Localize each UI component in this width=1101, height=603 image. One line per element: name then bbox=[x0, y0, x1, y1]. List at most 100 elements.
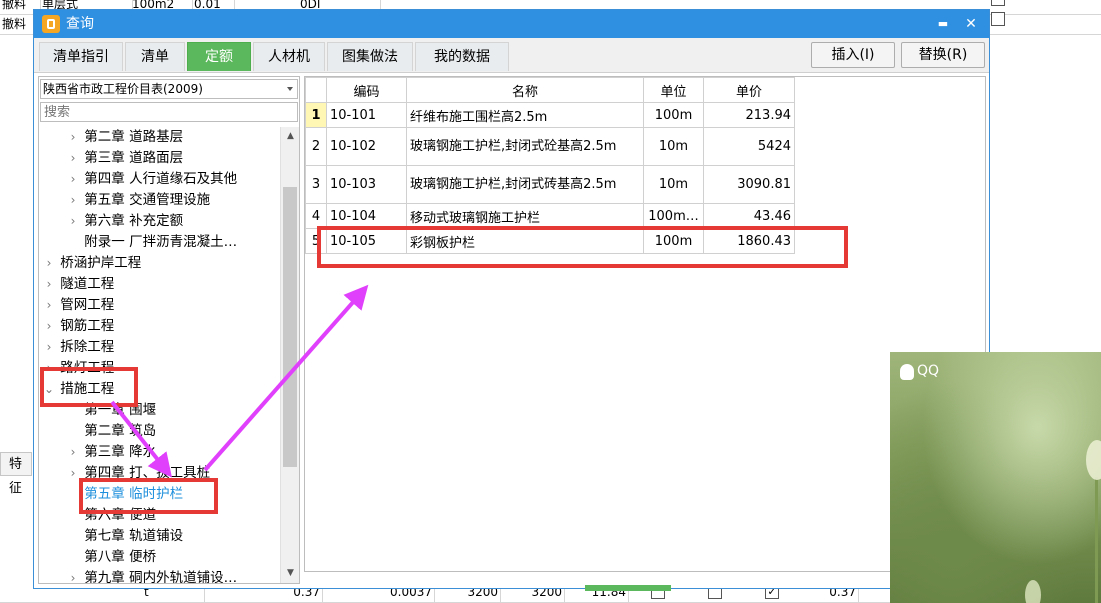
minimize-icon[interactable]: ▬ bbox=[928, 10, 958, 38]
cell-code[interactable]: 10-103 bbox=[326, 165, 407, 204]
chevron-right-icon[interactable]: › bbox=[66, 169, 80, 190]
tree-item-label: 拆除工程 bbox=[60, 339, 115, 355]
dialog-titlebar[interactable]: 查询 ▬ ✕ bbox=[34, 10, 989, 38]
cell-price[interactable]: 3090.81 bbox=[703, 165, 795, 204]
tab-my-data[interactable]: 我的数据 bbox=[415, 42, 509, 71]
scrollbar-thumb[interactable] bbox=[283, 187, 297, 467]
tree-item-label: 隧道工程 bbox=[60, 276, 115, 292]
tab-bar: 清单指引 清单 定额 人材机 图集做法 我的数据 插入(I) 替换(R) bbox=[34, 38, 989, 73]
tree-item-label: 第三章 降水 bbox=[84, 444, 157, 460]
tree-item-label: 第八章 便桥 bbox=[84, 549, 157, 565]
cell-price[interactable]: 5424 bbox=[703, 127, 795, 166]
cell-unit[interactable]: 100m bbox=[643, 102, 704, 128]
collapse-handle[interactable] bbox=[585, 579, 671, 591]
tree-item[interactable]: 第二章 筑岛 bbox=[66, 421, 156, 442]
cell-unit[interactable]: 10m bbox=[643, 165, 704, 204]
tree-item[interactable]: 第八章 便桥 bbox=[66, 547, 156, 568]
cell-code[interactable]: 10-102 bbox=[326, 127, 407, 166]
tree-item-label: 第六章 补充定额 bbox=[84, 213, 184, 229]
dialog-title: 查询 bbox=[66, 16, 94, 32]
scroll-down-icon[interactable]: ▼ bbox=[282, 565, 299, 582]
qq-popup[interactable]: QQ bbox=[890, 352, 1101, 603]
tab-atlas-method[interactable]: 图集做法 bbox=[327, 42, 413, 71]
tree-item[interactable]: › 拆除工程 bbox=[42, 337, 115, 358]
tree-scrollbar[interactable]: ▲ ▼ bbox=[280, 127, 299, 583]
cell-name[interactable]: 玻璃钢施工护栏,封闭式砼基高2.5m bbox=[406, 127, 644, 166]
tree-item[interactable]: › 第六章 补充定额 bbox=[66, 211, 184, 232]
cell-price[interactable]: 43.46 bbox=[703, 203, 795, 229]
column-header-price[interactable]: 单价 bbox=[703, 77, 795, 103]
tree-item-label: 第二章 筑岛 bbox=[84, 423, 157, 439]
tree-item[interactable]: 第七章 轨道铺设 bbox=[66, 526, 183, 547]
decorative-flower bbox=[1086, 440, 1101, 480]
search-input[interactable] bbox=[40, 102, 298, 122]
cell-name[interactable]: 纤维布施工围栏高2.5m bbox=[406, 102, 644, 128]
bg-cell: 撤料 bbox=[0, 14, 35, 34]
row-number: 4 bbox=[305, 203, 327, 229]
chevron-right-icon[interactable]: › bbox=[42, 295, 56, 316]
tab-bill-guide[interactable]: 清单指引 bbox=[39, 42, 123, 71]
tree-item[interactable]: › 第四章 人行道缘石及其他 bbox=[66, 169, 238, 190]
tab-bill[interactable]: 清单 bbox=[125, 42, 185, 71]
tab-labor-material[interactable]: 人材机 bbox=[253, 42, 325, 71]
insert-button[interactable]: 插入(I) bbox=[811, 42, 895, 68]
cell-unit[interactable]: 100m… bbox=[643, 203, 704, 229]
tree-item[interactable]: › 第三章 降水 bbox=[66, 442, 157, 463]
chevron-right-icon[interactable]: › bbox=[66, 190, 80, 211]
library-select[interactable]: 陕西省市政工程价目表(2009) bbox=[40, 79, 298, 99]
tree-item-label: 第九章 硐内外轨道铺设… bbox=[84, 570, 238, 583]
close-icon[interactable]: ✕ bbox=[956, 10, 986, 38]
table-row[interactable]: 2 10-102 玻璃钢施工护栏,封闭式砼基高2.5m 10m 5424 bbox=[305, 127, 795, 166]
chevron-right-icon[interactable]: › bbox=[66, 211, 80, 232]
cell-name[interactable]: 移动式玻璃钢施工护栏 bbox=[406, 203, 644, 229]
decorative-flower bbox=[1025, 580, 1041, 603]
quota-table-panel: 编码 名称 单位 单价 1 10-101 纤维布施工围栏高2.5m 100m 2… bbox=[304, 76, 986, 572]
chevron-right-icon[interactable]: › bbox=[42, 337, 56, 358]
library-select-value: 陕西省市政工程价目表(2009) bbox=[43, 82, 203, 96]
decorative-stem bbox=[1095, 477, 1098, 603]
highlight-box-category bbox=[40, 367, 138, 407]
chevron-down-icon bbox=[287, 87, 293, 91]
chevron-right-icon[interactable]: › bbox=[42, 253, 56, 274]
feature-tab[interactable]: 特征 bbox=[0, 452, 32, 496]
row-number: 1 bbox=[305, 102, 327, 128]
tree-item-label: 第二章 道路基层 bbox=[84, 129, 184, 145]
table-row[interactable]: 1 10-101 纤维布施工围栏高2.5m 100m 213.94 bbox=[305, 102, 795, 128]
table-row[interactable]: 4 10-104 移动式玻璃钢施工护栏 100m… 43.46 bbox=[305, 203, 795, 229]
tree-item[interactable]: › 隧道工程 bbox=[42, 274, 115, 295]
tree-item[interactable]: › 钢筋工程 bbox=[42, 316, 115, 337]
tree-item-label: 桥涵护岸工程 bbox=[60, 255, 142, 271]
column-header-unit[interactable]: 单位 bbox=[643, 77, 704, 103]
tree-item[interactable]: › 第五章 交通管理设施 bbox=[66, 190, 211, 211]
chevron-right-icon[interactable]: › bbox=[66, 148, 80, 169]
chevron-right-icon[interactable]: › bbox=[66, 127, 80, 148]
cell-code[interactable]: 10-101 bbox=[326, 102, 407, 128]
chevron-right-icon[interactable]: › bbox=[42, 316, 56, 337]
tree-item[interactable]: 附录一 厂拌沥青混凝土… bbox=[66, 232, 237, 253]
chevron-right-icon[interactable]: › bbox=[66, 568, 80, 583]
chevron-right-icon[interactable]: › bbox=[66, 463, 80, 484]
column-header-name[interactable]: 名称 bbox=[406, 77, 644, 103]
qq-logo-icon bbox=[900, 364, 914, 380]
scroll-up-icon[interactable]: ▲ bbox=[282, 128, 299, 145]
tab-quota[interactable]: 定额 bbox=[187, 42, 251, 71]
cell-code[interactable]: 10-104 bbox=[326, 203, 407, 229]
chevron-right-icon[interactable]: › bbox=[66, 442, 80, 463]
cell-unit[interactable]: 10m bbox=[643, 127, 704, 166]
tree-item[interactable]: › 管网工程 bbox=[42, 295, 115, 316]
bg-checkbox[interactable] bbox=[991, 12, 1005, 26]
tree-item[interactable]: › 桥涵护岸工程 bbox=[42, 253, 142, 274]
bg-checkbox[interactable] bbox=[991, 0, 1005, 6]
tree-item-label: 第五章 交通管理设施 bbox=[84, 192, 211, 208]
chevron-right-icon[interactable]: › bbox=[42, 274, 56, 295]
tree-item[interactable]: › 第三章 道路面层 bbox=[66, 148, 184, 169]
replace-button[interactable]: 替换(R) bbox=[901, 42, 985, 68]
column-header-code[interactable]: 编码 bbox=[326, 77, 407, 103]
tree-item[interactable]: › 第九章 硐内外轨道铺设… bbox=[66, 568, 238, 583]
tree-item-label: 第七章 轨道铺设 bbox=[84, 528, 184, 544]
table-row[interactable]: 3 10-103 玻璃钢施工护栏,封闭式砖基高2.5m 10m 3090.81 bbox=[305, 165, 795, 204]
cell-price[interactable]: 213.94 bbox=[703, 102, 795, 128]
cell-name[interactable]: 玻璃钢施工护栏,封闭式砖基高2.5m bbox=[406, 165, 644, 204]
tree-item[interactable]: › 第二章 道路基层 bbox=[66, 127, 184, 148]
row-number: 2 bbox=[305, 127, 327, 166]
